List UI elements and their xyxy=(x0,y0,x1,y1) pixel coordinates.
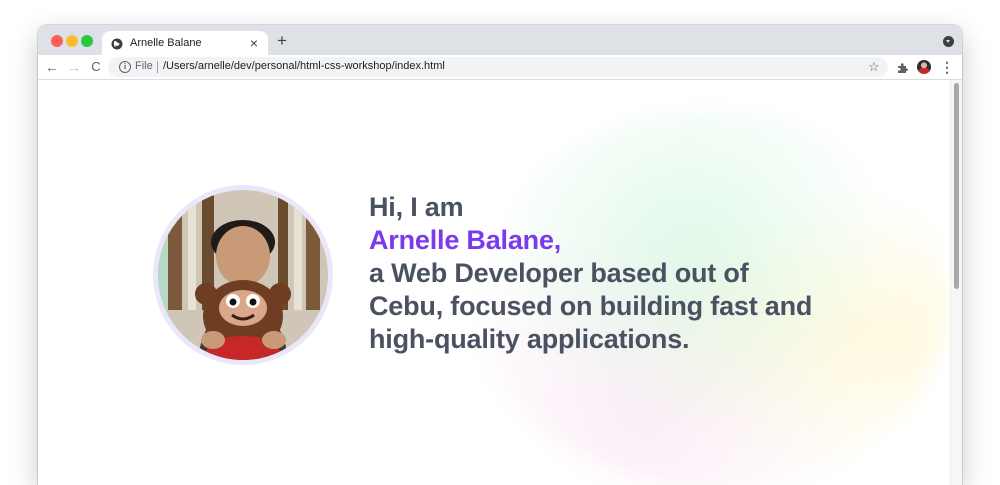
tab-search-button[interactable] xyxy=(943,36,954,47)
hero-intro-line-3: high-quality applications. xyxy=(369,324,690,354)
star-icon[interactable]: ☆ xyxy=(868,59,880,75)
scrollbar-thumb[interactable] xyxy=(954,83,959,289)
kebab-menu-icon[interactable]: ⋮ xyxy=(940,59,954,75)
scheme-label: File xyxy=(135,60,153,72)
url-text[interactable]: /Users/arnelle/dev/personal/html-css-wor… xyxy=(163,60,445,72)
info-icon[interactable]: i xyxy=(119,61,131,73)
window-close-button[interactable] xyxy=(51,35,63,47)
profile-avatar[interactable] xyxy=(917,60,931,74)
page-viewport: Hi, I am Arnelle Balane, a Web Developer… xyxy=(38,80,962,485)
forward-arrow-icon[interactable]: → xyxy=(66,59,82,75)
hero-intro-line-2: Cebu, focused on building fast and xyxy=(369,291,813,321)
browser-window: Arnelle Balane × + ← → C i File /Users/a… xyxy=(38,25,962,485)
hero-intro: Hi, I am Arnelle Balane, a Web Developer… xyxy=(369,191,889,356)
address-bar[interactable]: i File /Users/arnelle/dev/personal/html-… xyxy=(108,57,888,77)
tab-title: Arnelle Balane xyxy=(130,37,202,49)
plus-icon[interactable]: + xyxy=(274,32,290,49)
profile-photo xyxy=(153,185,333,365)
tab-active[interactable]: Arnelle Balane × xyxy=(102,31,268,55)
hero-greeting: Hi, I am xyxy=(369,192,464,222)
globe-icon xyxy=(111,37,123,50)
window-maximize-button[interactable] xyxy=(81,35,93,47)
window-minimize-button[interactable] xyxy=(66,35,78,47)
reload-icon[interactable]: C xyxy=(88,59,104,75)
vertical-scrollbar[interactable] xyxy=(950,80,962,485)
address-separator xyxy=(157,61,158,73)
puzzle-extension-icon[interactable] xyxy=(897,61,909,73)
hero-intro-line-1: a Web Developer based out of xyxy=(369,258,749,288)
close-icon[interactable]: × xyxy=(246,35,262,51)
hero-name: Arnelle Balane, xyxy=(369,225,562,255)
tab-strip: Arnelle Balane × + xyxy=(38,25,962,55)
browser-toolbar: ← → C i File /Users/arnelle/dev/personal… xyxy=(38,55,962,80)
back-arrow-icon[interactable]: ← xyxy=(44,59,60,75)
